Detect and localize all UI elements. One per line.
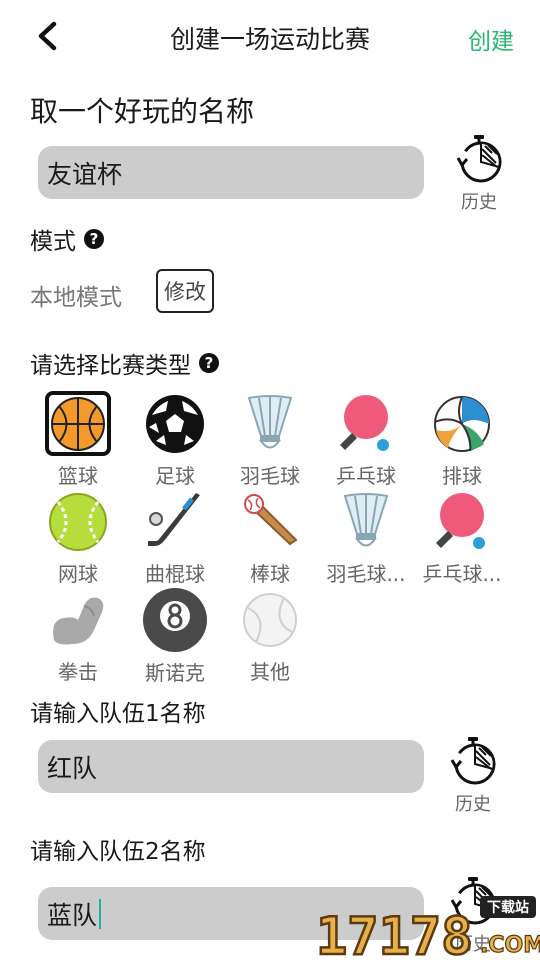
sport-item-badminton-2[interactable]: 羽毛球... [318,489,414,587]
sport-type-label-text: 请选择比赛类型 [30,353,191,379]
baseball-bat-icon [237,489,303,554]
sport-name: 斯诺克 [145,661,205,685]
sport-name: 乒乓球... [422,562,502,586]
mode-label-text: 模式 [30,229,76,255]
sport-name: 篮球 [58,464,98,488]
watermark-badge: 下载站 [487,899,529,916]
team1-name-input[interactable]: 红队 [38,740,424,793]
sport-name: 排球 [442,464,482,488]
site-watermark: 下载站 17178 .COM [312,892,540,960]
team2-label: 请输入队伍2名称 [30,832,206,866]
sport-item-soccer[interactable]: 足球 [127,391,223,489]
sport-item-baseball[interactable]: 棒球 [222,489,318,587]
sport-name: 羽毛球... [326,562,406,586]
page-title: 创建一场运动比赛 [169,25,370,54]
soccer-ball-icon [142,391,208,456]
help-icon[interactable]: ? [84,229,104,249]
edit-mode-button[interactable]: 修改 [156,269,214,313]
eight-ball-icon [142,587,208,653]
boxing-arm-icon [45,587,111,652]
sport-item-badminton[interactable]: 羽毛球 [222,391,318,489]
watermark-suffix: .COM [480,933,540,958]
mode-label: 模式 ? [30,222,104,256]
name-heading: 取一个好玩的名称 [30,95,255,128]
team2-name-value: 蓝队 [47,900,98,930]
watermark-number: 17178 [316,907,473,960]
top-bar: 创建一场运动比赛 创建 [0,0,540,74]
sport-type-label: 请选择比赛类型 ? [30,346,219,380]
shuttlecock-icon [333,489,399,554]
sport-item-basketball[interactable]: 篮球 [30,391,126,489]
sport-name: 羽毛球 [240,464,300,488]
history-stopwatch-icon [456,135,502,183]
team1-history-button[interactable]: 历史 [438,736,508,816]
text-cursor [99,898,102,929]
sport-name: 其他 [250,660,290,684]
sport-item-snooker[interactable]: 斯诺克 [127,587,223,685]
sport-item-boxing[interactable]: 拳击 [30,587,126,685]
shuttlecock-icon [237,391,303,456]
match-name-value: 友谊杯 [47,159,123,189]
team1-label-text: 请输入队伍1名称 [30,701,206,727]
sport-name: 曲棍球 [145,562,205,586]
team2-label-text: 请输入队伍2名称 [30,839,206,865]
sport-item-other[interactable]: 其他 [222,587,318,685]
sport-name: 网球 [58,562,98,586]
other-ball-icon [237,587,303,652]
match-name-input[interactable]: 友谊杯 [38,146,424,199]
team1-label: 请输入队伍1名称 [30,694,206,728]
volleyball-icon [429,391,495,456]
history-stopwatch-icon [450,737,496,785]
ping-pong-paddle-icon [333,391,399,456]
sport-item-volleyball[interactable]: 排球 [414,391,510,489]
sport-name: 足球 [155,464,195,488]
ping-pong-paddle-icon [429,489,495,554]
sport-item-hockey[interactable]: 曲棍球 [127,489,223,587]
hockey-stick-icon [142,489,208,554]
tennis-ball-icon [45,489,111,554]
basketball-icon [45,391,111,456]
name-history-button[interactable]: 历史 [444,134,514,214]
sport-name: 乒乓球 [336,464,396,488]
create-button[interactable]: 创建 [468,22,514,56]
sport-item-ping-pong-2[interactable]: 乒乓球... [414,489,510,587]
team1-name-value: 红队 [47,753,98,783]
history-label: 历史 [455,794,491,815]
mode-value: 本地模式 [30,285,122,311]
history-label: 历史 [461,192,497,213]
sport-name: 拳击 [58,660,98,684]
help-icon[interactable]: ? [199,353,219,373]
sport-item-ping-pong[interactable]: 乒乓球 [318,391,414,489]
sport-item-tennis[interactable]: 网球 [30,489,126,587]
sport-name: 棒球 [250,562,290,586]
